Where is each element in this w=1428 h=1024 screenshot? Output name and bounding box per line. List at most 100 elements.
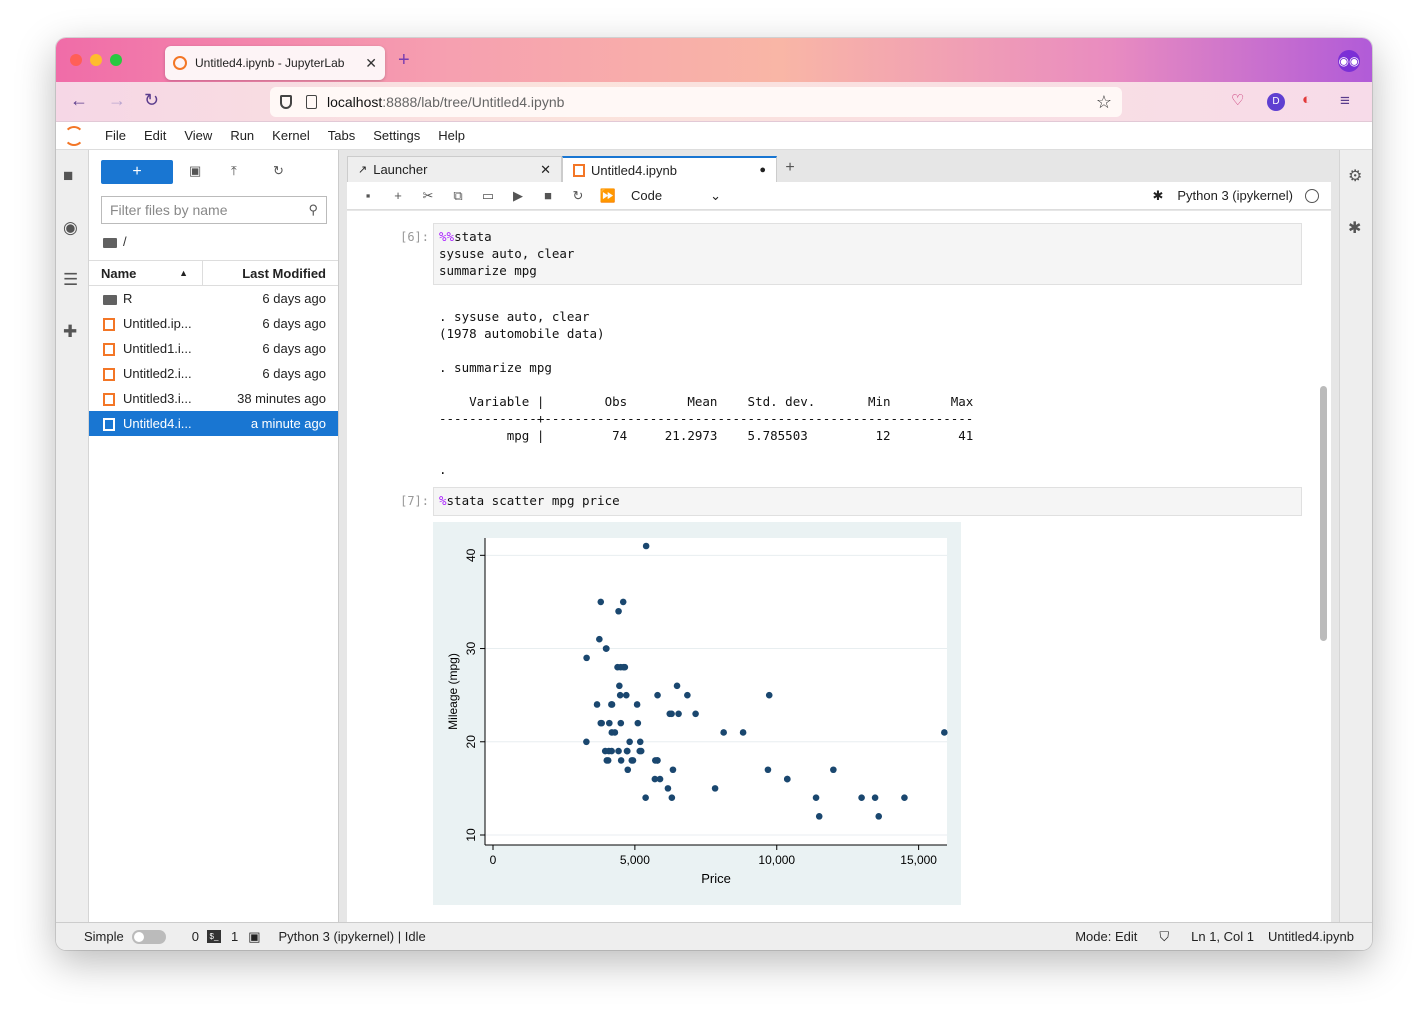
cursor-position-text[interactable]: Ln 1, Col 1	[1191, 929, 1254, 944]
menu-edit[interactable]: Edit	[135, 128, 175, 143]
notebook-toolbar: ▪ + ✂ ⧉ ▭ ▶ ■ ↻ ⏩ Code ⌄ ✱ Python 3 (ipyk…	[347, 182, 1331, 210]
code-cell-input[interactable]: %%stata sysuse auto, clear summarize mpg	[433, 223, 1302, 285]
pocket-icon[interactable]: ♡	[1231, 91, 1244, 109]
tab-notebook[interactable]: Untitled4.ipynb ●	[562, 156, 777, 182]
x-tick-label: 0	[490, 853, 497, 867]
folder-icon[interactable]: ■	[63, 166, 73, 186]
filter-files-input[interactable]: Filter files by name ⚲	[101, 196, 327, 224]
kernel-name[interactable]: Python 3 (ipykernel)	[1177, 188, 1293, 203]
close-tab-icon[interactable]: ✕	[365, 55, 377, 72]
data-point	[642, 542, 650, 550]
insert-cell-icon[interactable]: +	[383, 188, 413, 203]
extensions-puzzle-icon[interactable]: ✚	[63, 322, 77, 342]
data-point	[673, 682, 681, 690]
notebook-icon	[103, 368, 115, 382]
debugger-bug-icon[interactable]: ✱	[1348, 218, 1361, 238]
close-icon[interactable]: ✕	[540, 162, 551, 178]
fast-forward-icon[interactable]: ⏩	[593, 188, 623, 204]
data-point	[611, 729, 619, 736]
launcher-icon: ↗	[358, 164, 368, 176]
notebook-icon	[103, 418, 115, 432]
hamburger-menu-icon[interactable]: ≡	[1340, 91, 1350, 111]
tab-launcher[interactable]: ↗ Launcher ✕	[347, 156, 562, 182]
data-point	[711, 785, 719, 792]
right-sidebar-rail: ⚙ ✱	[1339, 150, 1372, 922]
save-icon[interactable]: ▪	[353, 188, 383, 203]
copy-icon[interactable]: ⧉	[443, 188, 473, 204]
refresh-icon[interactable]: ↻	[273, 163, 284, 179]
tab-label: Untitled4.ipynb	[591, 162, 677, 178]
data-point	[783, 775, 791, 783]
cell-prompt: [6]:	[400, 230, 429, 244]
url-host: localhost	[327, 94, 383, 110]
account-avatar[interactable]: D	[1267, 93, 1285, 111]
bookmark-star-icon[interactable]: ☆	[1096, 92, 1112, 113]
new-folder-icon[interactable]: ▣	[189, 163, 201, 179]
file-row[interactable]: Untitled.ip... 6 days ago	[89, 311, 338, 336]
extension-icon[interactable]: ◐	[1302, 91, 1311, 108]
back-arrow-icon[interactable]: ←	[70, 90, 88, 111]
cell-output: . sysuse auto, clear (1978 automobile da…	[439, 309, 974, 477]
data-point	[858, 794, 865, 802]
file-row-selected[interactable]: Untitled4.i... a minute ago	[89, 411, 338, 436]
data-point	[596, 635, 603, 643]
menu-run[interactable]: Run	[221, 128, 263, 143]
data-point	[830, 766, 837, 774]
kernel-count[interactable]: 0	[192, 929, 199, 944]
breadcrumb-root[interactable]: /	[123, 234, 127, 249]
data-point	[720, 729, 727, 736]
new-launcher-button[interactable]: +	[101, 160, 173, 184]
restart-icon[interactable]: ↻	[563, 188, 593, 204]
trusted-shield-icon: ⛉	[1159, 928, 1170, 944]
cut-icon[interactable]: ✂	[413, 188, 443, 204]
kernel-status-text[interactable]: Python 3 (ipykernel) | Idle	[279, 929, 426, 944]
table-of-contents-icon[interactable]: ☰	[63, 270, 78, 290]
chevron-down-icon: ⌄	[710, 187, 721, 203]
breadcrumb[interactable]: /	[103, 234, 127, 249]
menu-settings[interactable]: Settings	[364, 128, 429, 143]
file-row[interactable]: Untitled2.i... 6 days ago	[89, 361, 338, 386]
debugger-icon[interactable]: ✱	[1152, 188, 1163, 204]
last-modified-column-header[interactable]: Last Modified	[203, 266, 338, 281]
menu-file[interactable]: File	[96, 128, 135, 143]
stop-icon[interactable]: ■	[533, 188, 563, 203]
data-point	[666, 710, 674, 718]
file-row[interactable]: Untitled1.i... 6 days ago	[89, 336, 338, 361]
menu-kernel[interactable]: Kernel	[263, 128, 319, 143]
running-sessions-icon[interactable]: ◉	[63, 218, 78, 238]
menu-view[interactable]: View	[175, 128, 221, 143]
data-point	[604, 757, 612, 764]
cell-type-select[interactable]: Code ⌄	[631, 188, 721, 204]
browser-tab[interactable]: Untitled4.ipynb - JupyterLab ✕	[165, 46, 385, 80]
unsaved-dot-icon[interactable]: ●	[759, 164, 766, 176]
reload-icon[interactable]: ↻	[144, 90, 159, 111]
menu-help[interactable]: Help	[429, 128, 474, 143]
run-icon[interactable]: ▶	[503, 188, 533, 204]
minimize-window-button[interactable]	[90, 54, 102, 66]
zoom-window-button[interactable]	[110, 54, 122, 66]
notebook-scrollbar[interactable]	[1320, 386, 1327, 641]
menu-tabs[interactable]: Tabs	[319, 128, 364, 143]
close-window-button[interactable]	[70, 54, 82, 66]
notebook-icon	[103, 343, 115, 357]
url-bar[interactable]: localhost:8888/lab/tree/Untitled4.ipynb …	[270, 87, 1122, 117]
terminal-count[interactable]: 1	[231, 929, 238, 944]
paste-icon[interactable]: ▭	[473, 188, 503, 204]
add-tab-button[interactable]: +	[777, 156, 803, 182]
data-point	[875, 813, 883, 820]
file-row[interactable]: R 6 days ago	[89, 286, 338, 311]
simple-mode-label: Simple	[84, 929, 124, 944]
file-name: Untitled2.i...	[123, 365, 192, 381]
jupyter-favicon-icon	[173, 56, 187, 70]
notebook-panel: [6]: %%stata sysuse auto, clear summariz…	[347, 211, 1331, 922]
name-column-header[interactable]: Name ▲	[89, 261, 203, 285]
code-cell-input[interactable]: %stata scatter mpg price	[433, 487, 1302, 516]
simple-mode-toggle[interactable]	[131, 929, 166, 944]
shield-icon[interactable]	[280, 95, 292, 109]
data-point	[669, 766, 677, 774]
file-row[interactable]: Untitled3.i... 38 minutes ago	[89, 386, 338, 411]
property-inspector-gears-icon[interactable]: ⚙	[1348, 166, 1362, 186]
upload-icon[interactable]: ⤒	[231, 163, 237, 179]
forward-arrow-icon[interactable]: →	[108, 90, 126, 111]
new-tab-button[interactable]: +	[398, 49, 410, 72]
